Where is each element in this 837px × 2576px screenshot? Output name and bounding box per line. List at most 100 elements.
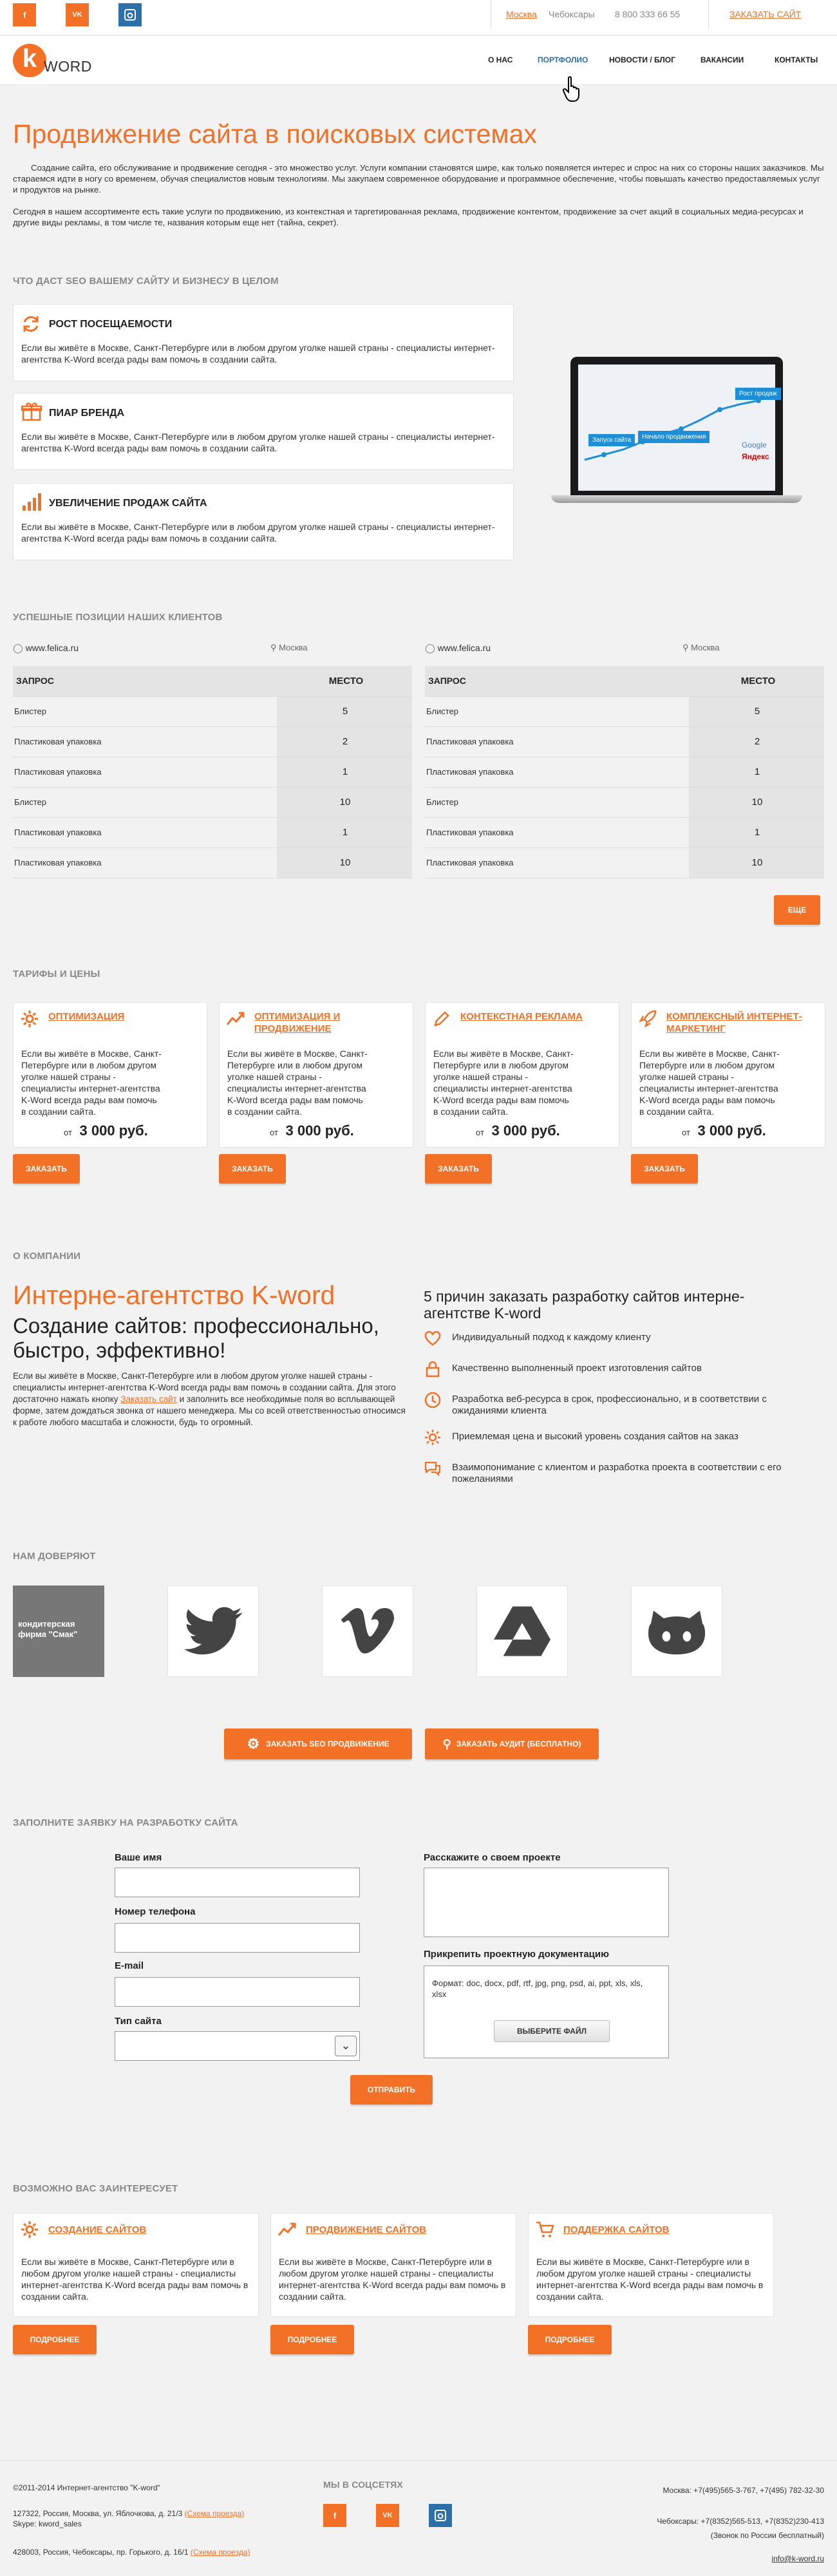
phone-input[interactable] [115,1923,360,1953]
nav-portfolio[interactable]: ПОРТФОЛИО [538,55,588,64]
more-positions-button[interactable]: ЕЩЕ [774,895,820,925]
city-cheboksary-link[interactable]: Чебоксары [549,9,595,19]
table-header: ЗАПРОС [425,666,689,697]
seo-card-title: РОСТ ПОСЕЩАЕМОСТИ [49,319,173,330]
footer-skype: Skype: kword_sales [13,2519,82,2528]
position-cell: 10 [689,848,824,878]
chart-tag: Запуск сайта [588,434,635,446]
facebook-icon[interactable]: f [13,3,36,26]
footer-vk-icon[interactable]: VK [376,2504,399,2527]
interest-title[interactable]: ПРОДВИЖЕНИЕ САЙТОВ [306,2224,505,2236]
seo-card-text: Если вы живёте в Москве, Санкт-Петербург… [21,431,495,453]
reason-item: Взаимопонимание с клиентом и разработка … [452,1462,782,1484]
table-header: МЕСТО [689,666,824,697]
query-cell: Пластиковая упаковка [13,757,277,788]
name-input[interactable] [115,1868,360,1897]
tariff-card: ОПТИМИЗАЦИЯ И ПРОДВИЖЕНИЕ Если вы живёте … [219,1002,413,1148]
heart-icon [424,1329,442,1347]
interest-more-button[interactable]: ПОДРОБНЕЕ [13,2325,97,2354]
order-site-inline-link[interactable]: Заказать сайт [120,1394,177,1404]
tariff-order-button[interactable]: ЗАКАЗАТЬ [631,1154,698,1184]
interest-more-button[interactable]: ПОДРОБНЕЕ [270,2325,354,2354]
nav-contacts[interactable]: КОНТАКТЫ [775,55,818,64]
tariff-title[interactable]: КОМПЛЕКСНЫЙ ИНТЕРНЕТ-МАРКЕТИНГ [666,1010,821,1035]
logo[interactable]: k WORD [13,44,97,77]
table-row: Пластиковая упаковка 1 [13,757,412,788]
trust-logo-vimeo[interactable] [322,1586,413,1677]
interest-more-button[interactable]: ПОДРОБНЕЕ [528,2325,612,2354]
scheme-link[interactable]: (Схема проезда) [191,2548,250,2557]
about-heading: Интерне-агентство K-word [13,1280,335,1310]
table-header: МЕСТО [277,666,412,697]
logo-word: WORD [44,58,92,75]
pencil-icon [432,1009,451,1030]
trust-logo-smak[interactable]: кондитерская фирма "Смак" [13,1586,104,1677]
position-cell: 10 [689,787,824,818]
tariff-order-button[interactable]: ЗАКАЗАТЬ [219,1154,286,1184]
project-textarea[interactable] [424,1868,669,1937]
tariff-order-button[interactable]: ЗАКАЗАТЬ [13,1154,80,1184]
instagram-icon[interactable] [118,3,142,26]
submit-button[interactable]: ОТПРАВИТЬ [350,2075,433,2105]
tariffs-section-title: ТАРИФЫ И ЦЕНЫ [13,969,100,980]
footer-instagram-icon[interactable] [429,2504,452,2527]
nav-vacancies[interactable]: ВАКАНСИИ [701,55,744,64]
tariff-title[interactable]: КОНТЕКСТНАЯ РЕКЛАМА [460,1010,615,1023]
footer-facebook-icon[interactable]: f [323,2504,346,2527]
site-type-label: Тип сайта [115,2016,162,2027]
interest-card: ПОДДЕРЖКА САЙТОВ Если вы живёте в Москве,… [528,2213,774,2317]
search-icon: ⚲ [442,1737,451,1750]
tariff-text: Если вы живёте в Москве, Санкт-Петербург… [227,1048,368,1117]
site-type-select[interactable]: ⌄ [115,2031,360,2061]
tariff-order-button[interactable]: ЗАКАЗАТЬ [425,1154,492,1184]
footer-email-link[interactable]: info@k-word.ru [771,2554,824,2563]
tariff-title[interactable]: ОПТИМИЗАЦИЯ И ПРОДВИЖЕНИЕ [254,1010,409,1035]
order-seo-button[interactable]: ⚙ ЗАКАЗАТЬ SEO ПРОДВИЖЕНИЕ [224,1728,412,1759]
logo-circle: k [13,44,46,77]
bar-chart-icon [23,493,41,511]
reason-item: Индивидуальный подход к каждому клиенту [452,1332,651,1343]
interest-text: Если вы живёте в Москве, Санкт-Петербург… [21,2257,249,2302]
positions-table: ЗАПРОС МЕСТО Блистер 5 Пластиковая упаковка… [13,666,412,878]
nav-about[interactable]: О НАС [488,55,513,64]
footer-free-call: (Звонок по России бесплатный) [710,2531,824,2540]
position-cell: 2 [689,726,824,757]
name-label: Ваше имя [115,1852,162,1863]
query-cell: Пластиковая упаковка [13,726,277,757]
phone-label: Номер телефона [115,1906,196,1917]
position-cell: 5 [689,696,824,727]
query-cell: Пластиковая упаковка [425,757,689,788]
trust-logo-drive[interactable] [476,1586,568,1677]
footer-address-msk: 127322, Россия, Москва, ул. Яблочкова, д… [13,2509,245,2518]
interest-title[interactable]: ПОДДЕРЖКА САЙТОВ [563,2224,763,2236]
query-cell: Пластиковая упаковка [13,848,277,878]
interest-title[interactable]: СОЗДАНИЕ САЙТОВ [48,2224,248,2236]
gears-icon: ⚙ [247,1736,260,1752]
interest-text: Если вы живёте в Москве, Санкт-Петербург… [536,2257,764,2302]
choose-file-button[interactable]: ВЫБЕРИТЕ ФАЙЛ [494,2020,610,2042]
city-moscow-link[interactable]: Москва [506,9,537,19]
scheme-link[interactable]: (Схема проезда) [185,2509,245,2518]
vk-icon[interactable]: VK [66,3,89,26]
positions-section-title: УСПЕШНЫЕ ПОЗИЦИИ НАШИХ КЛИЕНТОВ [13,612,223,623]
tariff-title[interactable]: ОПТИМИЗАЦИЯ [48,1010,203,1023]
trust-logo-label: кондитерская фирма "Смак" [18,1619,78,1639]
trust-logo-github[interactable] [631,1586,722,1677]
seo-card-title: УВЕЛИЧЕНИЕ ПРОДАЖ САЙТА [49,498,207,509]
order-audit-button[interactable]: ⚲ ЗАКАЗАТЬ АУДИТ (бесплатно) [425,1728,599,1759]
position-cell: 1 [689,817,824,848]
trend-icon [277,2220,297,2241]
trust-logo-twitter[interactable] [167,1586,259,1677]
email-input[interactable] [115,1977,360,2007]
attach-box: Формат: doc, docx, pdf, rtf, jpg, png, p… [424,1965,669,2058]
seo-card-sales: УВЕЛИЧЕНИЕ ПРОДАЖ САЙТА Если вы живёте в… [13,483,514,560]
footer-address-cheb: 428003, Россия, Чебоксары, пр. Горького,… [13,2548,250,2557]
gear-icon [20,2220,39,2241]
order-site-link[interactable]: ЗАКАЗАТЬ САЙТ [729,9,801,19]
position-cell: 2 [277,726,412,757]
chevron-down-icon[interactable]: ⌄ [335,2036,357,2056]
table-row: Блистер 5 [425,696,824,727]
vimeo-icon [341,1608,395,1654]
table-header: ЗАПРОС [13,666,277,697]
nav-news[interactable]: НОВОСТИ / БЛОГ [609,55,675,64]
